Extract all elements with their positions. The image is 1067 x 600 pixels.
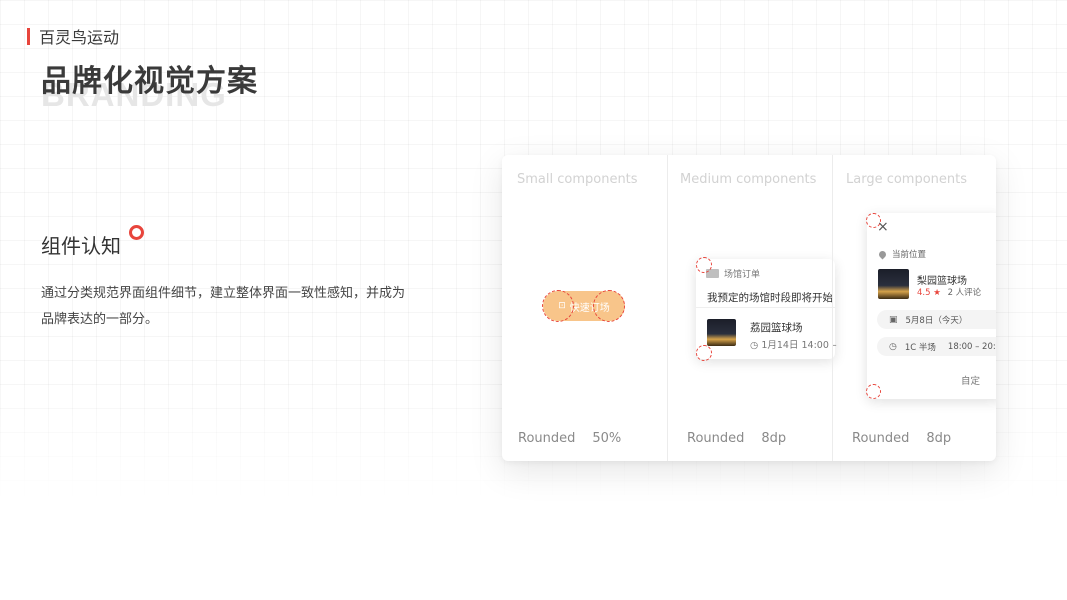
venue-thumbnail	[707, 319, 736, 346]
radius-marker-right	[593, 290, 625, 322]
large-components-column: Large components × 当前位置 梨园篮球场 4.5 ★ 2 人评…	[833, 155, 996, 461]
rating-score: 4.5	[917, 288, 931, 298]
date-chip[interactable]: ▣ 5月8日（今天）	[877, 310, 996, 329]
venue-booking-sheet: × 当前位置 梨园篮球场 4.5 ★ 2 人评论 ▣ 5月8日（今天） ◷ 1C…	[867, 213, 996, 399]
location-pin-icon	[877, 249, 888, 259]
calendar-icon: ▣	[889, 314, 898, 325]
location-label: 当前位置	[892, 250, 927, 260]
footer-label: Rounded	[518, 431, 576, 446]
radius-marker-bottom	[696, 345, 712, 361]
venue-rating: 4.5 ★ 2 人评论	[917, 286, 981, 298]
footer-value: 50%	[592, 431, 622, 446]
custom-option[interactable]: 自定	[961, 373, 980, 387]
radius-marker-bottom	[866, 384, 881, 399]
venue-name: 梨园篮球场	[917, 276, 967, 287]
ring-dot-icon	[129, 225, 144, 240]
footer-value: 8dp	[926, 431, 952, 446]
review-count: 2 人评论	[947, 288, 982, 298]
clock-icon: ◷	[750, 340, 759, 351]
card-header-label: 场馆订单	[724, 270, 761, 280]
clock-icon: ◷	[889, 341, 897, 352]
column-footer: Rounded 50%	[518, 431, 621, 446]
medium-components-column: Medium components 场馆订单 我预定的场馆时段即将开始 荔园篮球…	[668, 155, 837, 461]
card-divider	[696, 307, 835, 308]
section-description: 通过分类规范界面组件细节，建立整体界面一致性感知，并成为品牌表达的一部分。	[41, 286, 406, 327]
column-heading: Large components	[846, 172, 968, 187]
radius-marker-left	[542, 290, 574, 322]
brand-header: 百灵鸟运动	[27, 24, 119, 48]
column-footer: Rounded 8dp	[852, 431, 951, 446]
venue-thumbnail	[878, 269, 909, 299]
star-icon: ★	[933, 288, 941, 298]
column-heading: Medium components	[680, 172, 817, 187]
section-title: 组件认知	[41, 234, 121, 258]
small-components-column: Small components ⊡ 快速订场 Rounded 50%	[502, 155, 667, 461]
brand-accent-bar	[27, 27, 30, 45]
booking-time: ◷ 1月14日 14:00 –	[750, 340, 837, 351]
radius-marker-top	[866, 213, 881, 228]
card-header: 场馆订单	[706, 267, 760, 280]
footer-value: 8dp	[761, 431, 787, 446]
court-label: 1C 半场	[904, 342, 936, 353]
brand-name: 百灵鸟运动	[39, 28, 120, 47]
footer-label: Rounded	[687, 431, 745, 446]
card-message: 我预定的场馆时段即将开始	[707, 292, 833, 304]
court-time: 18:00 – 20:00	[947, 341, 996, 352]
court-chip[interactable]: ◷ 1C 半场 18:00 – 20:00	[877, 337, 996, 356]
column-heading: Small components	[517, 172, 638, 187]
date-chip-label: 5月8日（今天）	[905, 315, 968, 326]
page-title: 品牌化视觉方案	[41, 64, 258, 99]
radius-marker-top	[696, 257, 712, 273]
footer-label: Rounded	[852, 431, 910, 446]
components-panel: Small components ⊡ 快速订场 Rounded 50% Medi…	[502, 155, 996, 461]
column-footer: Rounded 8dp	[687, 431, 786, 446]
current-location: 当前位置	[877, 248, 927, 260]
venue-name: 荔园篮球场	[750, 322, 803, 334]
order-notification-card[interactable]: 场馆订单 我预定的场馆时段即将开始 荔园篮球场 ◷ 1月14日 14:00 –	[696, 259, 837, 359]
